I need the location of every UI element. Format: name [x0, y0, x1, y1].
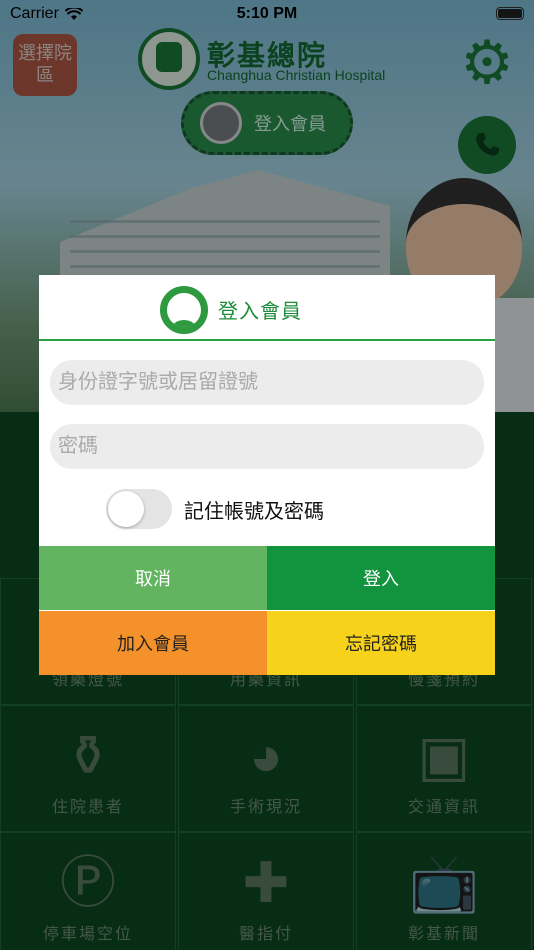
dialog-header: 登入會員 [39, 275, 495, 341]
user-icon [160, 286, 208, 334]
join-member-button[interactable]: 加入會員 [39, 611, 267, 675]
cancel-button[interactable]: 取消 [39, 546, 267, 610]
dialog-title: 登入會員 [218, 301, 302, 323]
password-input[interactable] [50, 424, 484, 469]
toggle-knob [108, 491, 144, 527]
remember-label: 記住帳號及密碼 [184, 500, 324, 523]
login-button[interactable]: 登入 [267, 546, 495, 610]
remember-toggle[interactable] [106, 489, 172, 529]
forgot-password-button[interactable]: 忘記密碼 [267, 611, 495, 675]
remember-row: 記住帳號及密碼 [106, 488, 324, 530]
id-number-input[interactable] [50, 360, 484, 405]
login-dialog: 登入會員 記住帳號及密碼 取消 登入 加入會員 忘記密碼 [39, 275, 495, 675]
